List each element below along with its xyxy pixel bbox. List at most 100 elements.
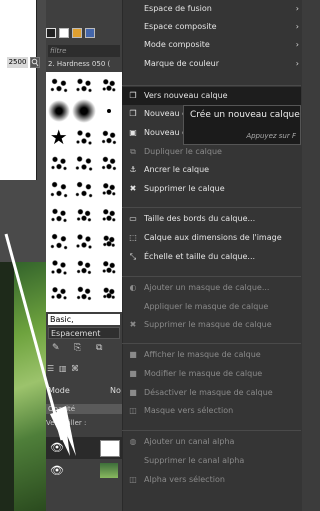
brush-item[interactable] [46, 176, 71, 202]
edit-brush-icon[interactable]: ✎ [52, 343, 62, 353]
brush-item[interactable]: ★ [46, 124, 71, 150]
selected-brush-name: 2. Hardness 050 ( [48, 60, 111, 68]
menu-separator [122, 276, 301, 277]
layer-mode-value[interactable]: No [110, 386, 121, 395]
brush-item[interactable] [46, 98, 71, 124]
eye-icon[interactable]: 👁 [50, 441, 64, 455]
brush-item[interactable] [71, 150, 96, 176]
menu-item[interactable]: ■ Afficher le masque de calque [122, 346, 301, 364]
menu-item-label: Modifier le masque de calque [144, 369, 263, 378]
menu-item[interactable]: ✖ Supprimer le masque de calque [122, 316, 301, 334]
eye-icon[interactable]: 👁 [50, 464, 64, 478]
brush-item[interactable] [97, 72, 122, 98]
brush-item[interactable] [97, 202, 122, 228]
submenu-arrow-icon: › [295, 59, 299, 68]
menu-item[interactable]: Marque de couleur › [122, 55, 301, 73]
gradient-view-icon[interactable] [72, 28, 82, 38]
menu-item[interactable]: ■ Désactiver le masque de calque [122, 384, 301, 402]
menu-item-label: Nouveau g [144, 128, 188, 137]
menu-item-label: Espace de fusion [144, 4, 212, 13]
brush-item[interactable] [46, 202, 71, 228]
layer-mode-label: Mode [48, 386, 70, 395]
brush-grid[interactable]: ★ [46, 72, 122, 312]
brush-item[interactable] [46, 280, 71, 306]
brush-item[interactable] [97, 280, 122, 306]
menu-item[interactable]: ⚓ Ancrer le calque [122, 161, 301, 179]
layer-row[interactable]: 👁 [46, 437, 122, 459]
menu-item[interactable]: Supprimer le canal alpha [122, 452, 301, 470]
brush-item[interactable] [71, 72, 96, 98]
menu-item[interactable]: ◫ Masque vers sélection [122, 402, 301, 420]
duplicate-brush-icon[interactable]: ⧉ [96, 343, 106, 353]
channels-tab-icon[interactable]: ▥ [59, 364, 68, 373]
brush-filter-input[interactable]: filtre [48, 45, 120, 57]
menu-item-label: Ajouter un masque de calque... [144, 283, 270, 292]
zoom-icon[interactable] [30, 57, 40, 68]
pattern-view-icon[interactable] [59, 28, 69, 38]
menu-item[interactable]: Espace de fusion › [122, 0, 301, 18]
menu-item[interactable]: Mode composite › [122, 36, 301, 54]
brush-item[interactable] [46, 150, 71, 176]
brush-item[interactable] [71, 124, 96, 150]
canvas-photo-dark-edge [0, 262, 14, 511]
submenu-arrow-icon: › [295, 40, 299, 49]
menu-item[interactable]: ❐ Vers nouveau calque [122, 87, 301, 105]
menu-item-label: Nouveau c [144, 109, 187, 118]
menu-separator [122, 85, 301, 86]
menu-separator [122, 343, 301, 344]
brush-item[interactable] [71, 280, 96, 306]
layer-to-image-icon: ⬚ [129, 233, 137, 242]
brush-item[interactable] [97, 98, 122, 124]
brush-item[interactable] [97, 124, 122, 150]
brush-item[interactable] [97, 228, 122, 254]
tooltip-hint: Appuyez sur F [246, 132, 296, 140]
scale-layer-icon: ⤡ [129, 252, 137, 261]
menu-item-label: Taille des bords du calque... [144, 214, 256, 223]
canvas-white-area [0, 0, 37, 180]
brush-item[interactable] [71, 202, 96, 228]
font-view-icon[interactable] [85, 28, 95, 38]
anchor-icon: ⚓ [129, 165, 137, 174]
brush-tag-field[interactable]: Basic, [48, 314, 120, 325]
layer-thumbnail [100, 440, 120, 457]
new-group-icon: ▣ [129, 128, 137, 137]
brush-item[interactable] [71, 228, 96, 254]
brush-view-icon[interactable] [46, 28, 56, 38]
menu-item[interactable]: ✖ Supprimer le calque [122, 180, 301, 198]
submenu-arrow-icon: › [295, 22, 299, 31]
menu-item[interactable]: ⬚ Calque aux dimensions de l'image [122, 229, 301, 247]
menu-item[interactable]: Espace composite › [122, 18, 301, 36]
checkbox-icon: ■ [129, 369, 137, 378]
menu-item[interactable]: ▭ Taille des bords du calque... [122, 210, 301, 228]
opacity-slider[interactable]: Opacité [46, 404, 122, 414]
layers-tabs-row: ☰ ▥ ⌘ [47, 364, 80, 373]
new-brush-icon[interactable]: ⎘ [74, 343, 84, 353]
brush-item[interactable] [46, 72, 71, 98]
layer-row[interactable]: 👁 [46, 460, 122, 482]
brush-item[interactable] [97, 150, 122, 176]
brush-item[interactable] [71, 176, 96, 202]
alpha-icon: ◍ [129, 437, 137, 446]
menu-item[interactable]: ■ Modifier le masque de calque [122, 365, 301, 383]
brush-item[interactable] [46, 254, 71, 280]
brush-item[interactable] [71, 98, 96, 124]
zoom-field[interactable]: 2500 [7, 57, 28, 68]
layers-tab-icon[interactable]: ☰ [47, 364, 56, 373]
tooltip-title: Crée un nouveau calque [190, 110, 300, 120]
menu-item-label: Afficher le masque de calque [144, 350, 261, 359]
menu-item[interactable]: ◐ Ajouter un masque de calque... [122, 279, 301, 297]
brush-item[interactable] [97, 254, 122, 280]
image-canvas[interactable] [0, 0, 46, 511]
spacing-field[interactable]: Espacement [48, 327, 120, 339]
menu-item[interactable]: Appliquer le masque de calque [122, 298, 301, 316]
paths-tab-icon[interactable]: ⌘ [71, 364, 80, 373]
menu-item-label: Marque de couleur [144, 59, 219, 68]
menu-item[interactable]: ⤡ Échelle et taille du calque... [122, 248, 301, 266]
menu-item[interactable]: ◍ Ajouter un canal alpha [122, 433, 301, 451]
checkbox-icon: ■ [129, 388, 137, 397]
brush-item[interactable] [46, 228, 71, 254]
menu-item[interactable]: ◫ Alpha vers sélection [122, 471, 301, 489]
brush-item[interactable] [71, 254, 96, 280]
menu-item[interactable]: ⧉ Dupliquer le calque [122, 143, 301, 161]
brush-item[interactable] [97, 176, 122, 202]
